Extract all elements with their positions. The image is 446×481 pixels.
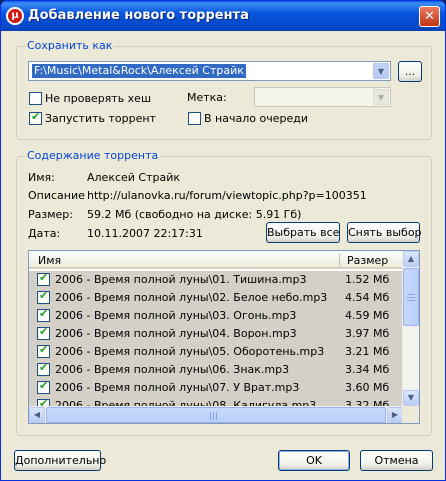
file-list-header: Имя Размер	[29, 251, 404, 269]
grip-line	[210, 412, 211, 420]
grip-line	[407, 297, 415, 298]
file-list-rows: ✔ 2006 - Время полной луны\01. Тишина.mp3…	[29, 271, 404, 415]
file-checkbox[interactable]: ✔	[37, 271, 50, 286]
column-divider[interactable]	[339, 254, 340, 267]
file-size: 3.60 Мб	[345, 381, 390, 394]
file-row[interactable]: ✔ 2006 - Время полной луны\02. Белое небо…	[29, 289, 404, 307]
close-button[interactable]: ✕	[419, 6, 440, 27]
checkmark-icon: ✔	[39, 325, 49, 338]
browse-button[interactable]: ...	[398, 61, 422, 82]
start-torrent-checkbox[interactable]: ✔	[29, 110, 42, 125]
checkmark-icon: ✔	[39, 361, 49, 374]
add-torrent-dialog: µ Добавление нового торрента ✕ Сохранить…	[0, 0, 446, 481]
label-field-label: Метка:	[187, 91, 227, 104]
grip-line	[216, 412, 217, 420]
checkmark-icon: ✔	[39, 289, 49, 302]
file-checkbox[interactable]: ✔	[37, 343, 50, 358]
size-label: Размер:	[28, 208, 73, 221]
file-size: 4.59 Мб	[345, 309, 390, 322]
file-checkbox[interactable]: ✔	[37, 379, 50, 394]
file-name: 2006 - Время полной луны\06. Знак.mp3	[55, 363, 290, 376]
grip-line	[213, 412, 214, 420]
file-name: 2006 - Время полной луны\04. Ворон.mp3	[55, 327, 297, 340]
window-title: Добавление нового торрента	[28, 8, 249, 23]
chevron-down-icon[interactable]: ▼	[373, 89, 389, 105]
checkmark-icon: ✔	[39, 307, 49, 320]
file-name: 2006 - Время полной луны\05. Оборотень.m…	[55, 345, 325, 358]
start-torrent-label: Запустить торрент	[45, 112, 156, 125]
no-hash-check-label: Не проверять хеш	[45, 92, 152, 105]
scroll-down-button[interactable]: ▼	[403, 390, 419, 406]
file-list[interactable]: Имя Размер ✔ 2006 - Время полной луны\01.…	[28, 250, 420, 424]
horizontal-scroll-thumb[interactable]	[46, 407, 386, 423]
checkmark-icon: ✔	[31, 110, 41, 123]
scroll-left-button[interactable]: ◀	[29, 407, 45, 423]
date-value: 10.11.2007 22:17:31	[87, 227, 203, 240]
ok-button[interactable]: OK	[278, 450, 350, 471]
no-hash-check-checkbox[interactable]	[29, 92, 42, 105]
vertical-scroll-thumb[interactable]	[403, 268, 419, 326]
file-row[interactable]: ✔ 2006 - Время полной луны\04. Ворон.mp3 3…	[29, 325, 404, 343]
name-value: Алексей Страйк	[87, 171, 181, 184]
comment-value: http://ulanovka.ru/forum/viewtopic.php?p…	[87, 189, 367, 202]
scroll-right-button[interactable]: ▶	[387, 407, 403, 423]
grip-line	[407, 294, 415, 295]
file-size: 3.97 Мб	[345, 327, 390, 340]
file-name: 2006 - Время полной луны\03. Огонь.mp3	[55, 309, 297, 322]
file-checkbox[interactable]: ✔	[37, 361, 50, 376]
file-size: 3.21 Мб	[345, 345, 390, 358]
file-name: 2006 - Время полной луны\01. Тишина.mp3	[55, 273, 307, 286]
horizontal-scrollbar[interactable]: ◀ ▶	[29, 406, 404, 423]
cancel-button[interactable]: Отмена	[360, 450, 433, 471]
save-path-value: F:\Music\Metal&Rock\Алексей Страйк	[32, 64, 246, 78]
chevron-down-icon[interactable]: ▼	[373, 63, 389, 79]
grip-line	[407, 300, 415, 301]
comment-label: Описание	[28, 189, 85, 202]
column-header-size[interactable]: Размер	[347, 254, 388, 267]
size-value: 59.2 Мб (свободно на диске: 5.91 Гб)	[87, 208, 302, 221]
checkmark-icon: ✔	[39, 343, 49, 356]
file-checkbox[interactable]: ✔	[37, 325, 50, 340]
checkmark-icon: ✔	[39, 379, 49, 392]
file-size: 3.34 Мб	[345, 363, 390, 376]
title-bar[interactable]: µ Добавление нового торрента ✕	[1, 1, 445, 31]
scroll-up-button[interactable]: ▲	[403, 251, 419, 267]
save-path-combo[interactable]: F:\Music\Metal&Rock\Алексей Страйк ▼	[28, 61, 391, 81]
torrent-label-combo[interactable]: ▼	[254, 87, 391, 107]
top-of-queue-label: В начало очереди	[204, 112, 308, 125]
select-all-button[interactable]: Выбрать все	[266, 222, 340, 243]
file-checkbox[interactable]: ✔	[37, 289, 50, 304]
name-label: Имя:	[28, 171, 55, 184]
file-row[interactable]: ✔ 2006 - Время полной луны\06. Знак.mp3 3.…	[29, 361, 404, 379]
advanced-button[interactable]: Дополнительно	[14, 450, 106, 471]
file-row[interactable]: ✔ 2006 - Время полной луны\07. У Врат.mp3…	[29, 379, 404, 397]
file-row[interactable]: ✔ 2006 - Время полной луны\01. Тишина.mp3…	[29, 271, 404, 289]
save-as-group-label: Сохранить как	[25, 39, 115, 52]
file-name: 2006 - Время полной луны\07. У Врат.mp3	[55, 381, 300, 394]
checkmark-icon: ✔	[39, 271, 49, 284]
file-size: 4.54 Мб	[345, 291, 390, 304]
top-of-queue-checkbox[interactable]	[188, 112, 201, 125]
file-name: 2006 - Время полной луны\02. Белое небо.…	[55, 291, 328, 304]
file-row[interactable]: ✔ 2006 - Время полной луны\05. Оборотень.…	[29, 343, 404, 361]
deselect-all-button[interactable]: Снять выбор	[347, 222, 422, 243]
column-header-name[interactable]: Имя	[38, 254, 61, 267]
file-checkbox[interactable]: ✔	[37, 307, 50, 322]
utorrent-logo-icon: µ	[6, 7, 24, 25]
scrollbar-corner	[402, 406, 419, 423]
torrent-content-group-label: Содержание торрента	[25, 149, 161, 162]
date-label: Дата:	[28, 227, 61, 240]
file-size: 1.52 Мб	[345, 273, 390, 286]
vertical-scrollbar[interactable]: ▲ ▼	[402, 251, 419, 407]
file-row[interactable]: ✔ 2006 - Время полной луны\03. Огонь.mp3 4…	[29, 307, 404, 325]
